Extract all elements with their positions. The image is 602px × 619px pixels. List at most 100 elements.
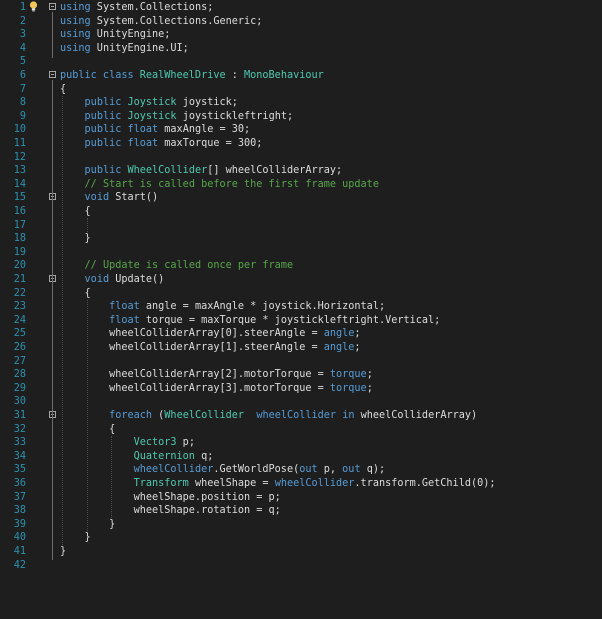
code-line[interactable]: 7{	[0, 83, 602, 96]
code-line[interactable]: 33 Vector3 p;	[0, 436, 602, 449]
code-line[interactable]: 20 // Update is called once per frame	[0, 259, 602, 272]
code-line[interactable]: 12	[0, 151, 602, 164]
code-text[interactable]: using UnityEngine.UI;	[60, 42, 189, 55]
code-line[interactable]: 17	[0, 219, 602, 232]
code-text[interactable]: wheelColliderArray[3].motorTorque = torq…	[60, 382, 373, 395]
code-text[interactable]: public Joystick joystick;	[60, 96, 238, 109]
code-line[interactable]: 41}	[0, 545, 602, 558]
code-token: angle = maxAngle * joystick.Horizontal;	[139, 301, 386, 313]
code-token: public class	[60, 70, 140, 81]
code-text[interactable]: }	[60, 232, 91, 245]
code-line[interactable]: 24 float torque = maxTorque * joystickle…	[0, 314, 602, 327]
code-text[interactable]: Transform wheelShape = wheelCollider.tra…	[60, 477, 496, 490]
code-text[interactable]: using System.Collections;	[60, 1, 213, 14]
code-line[interactable]: 18 }	[0, 232, 602, 245]
code-text[interactable]: public class RealWheelDrive : MonoBehavi…	[60, 69, 324, 82]
code-line[interactable]: 35 wheelCollider.GetWorldPose(out p, out…	[0, 463, 602, 476]
code-text[interactable]: wheelShape.rotation = q;	[60, 504, 281, 517]
code-line[interactable]: 15 void Start()	[0, 191, 602, 204]
code-line[interactable]: 28 wheelColliderArray[2].motorTorque = t…	[0, 368, 602, 381]
code-editor[interactable]: 1 using System.Collections; 2 using System.…	[0, 0, 602, 619]
indent-guide	[86, 218, 88, 233]
code-text[interactable]: wheelColliderArray[0].steerAngle = angle…	[60, 327, 361, 340]
code-text[interactable]: }	[60, 545, 66, 558]
code-text[interactable]: Quaternion q;	[60, 450, 214, 463]
line-number: 38	[13, 505, 26, 517]
code-line[interactable]: 9 public Joystick joystickleftright;	[0, 110, 602, 123]
code-line[interactable]: 32 {	[0, 423, 602, 436]
code-text[interactable]: using System.Collections.Generic;	[60, 15, 262, 28]
line-number: 21	[13, 274, 26, 285]
line-number: 19	[13, 246, 26, 258]
code-line[interactable]: 11 public float maxTorque = 300;	[0, 137, 602, 150]
code-text[interactable]: wheelShape.position = p;	[60, 491, 281, 504]
line-number: 39	[13, 518, 26, 530]
code-text[interactable]: {	[60, 83, 66, 96]
code-line[interactable]: 39 }	[0, 518, 602, 531]
code-line[interactable]: 3 using UnityEngine;	[0, 28, 602, 41]
code-line[interactable]: 16 {	[0, 205, 602, 218]
code-token: WheelCollider	[164, 410, 245, 421]
code-line[interactable]: 4 using UnityEngine.UI;	[0, 42, 602, 55]
code-token: Vector3	[133, 437, 177, 449]
code-line[interactable]: 13 public WheelCollider[] wheelColliderA…	[0, 164, 602, 177]
line-number: 1	[19, 2, 26, 13]
line-number: 12	[13, 151, 26, 163]
code-text[interactable]: // Start is called before the first fram…	[60, 178, 379, 191]
code-line[interactable]: 21 void Update()	[0, 273, 602, 286]
code-text[interactable]: void Update()	[60, 273, 165, 286]
code-line[interactable]: 2 using System.Collections.Generic;	[0, 15, 602, 28]
code-line[interactable]: 40 }	[0, 531, 602, 544]
code-line[interactable]: 26 wheelColliderArray[1].steerAngle = an…	[0, 341, 602, 354]
code-line[interactable]: 34 Quaternion q;	[0, 450, 602, 463]
line-number: 24	[13, 314, 26, 326]
code-line[interactable]: 1 using System.Collections;	[0, 1, 602, 14]
code-line[interactable]: 14 // Start is called before the first f…	[0, 178, 602, 191]
collapse-box-icon[interactable]	[49, 3, 56, 10]
code-line[interactable]: 37 wheelShape.position = p;	[0, 491, 602, 504]
code-text[interactable]: public float maxTorque = 300;	[60, 137, 263, 150]
code-text[interactable]: using UnityEngine;	[60, 28, 170, 41]
line-number: 14	[13, 178, 26, 190]
code-line[interactable]: 23 float angle = maxAngle * joystick.Hor…	[0, 300, 602, 313]
code-text[interactable]: wheelColliderArray[2].motorTorque = torq…	[60, 368, 373, 381]
code-text[interactable]: void Start()	[60, 191, 159, 204]
code-line[interactable]: 8 public Joystick joystick;	[0, 96, 602, 109]
code-text[interactable]: public WheelCollider[] wheelColliderArra…	[60, 164, 343, 177]
code-text[interactable]: wheelColliderArray[1].steerAngle = angle…	[60, 341, 361, 354]
code-line[interactable]: 30	[0, 395, 602, 408]
code-text[interactable]: foreach (WheelCollider wheelCollider in …	[60, 409, 477, 422]
code-text[interactable]: }	[60, 531, 91, 544]
code-line[interactable]: 22 {	[0, 287, 602, 300]
line-number: 16	[13, 206, 26, 217]
code-line[interactable]: 31 foreach (WheelCollider wheelCollider …	[0, 409, 602, 422]
code-line[interactable]: 36 Transform wheelShape = wheelCollider.…	[0, 477, 602, 490]
code-text[interactable]: {	[60, 205, 91, 218]
code-text[interactable]: public Joystick joystickleftright;	[60, 110, 294, 123]
code-text[interactable]: float angle = maxAngle * joystick.Horizo…	[60, 300, 385, 313]
code-text[interactable]: wheelCollider.GetWorldPose(out p, out q)…	[60, 463, 386, 476]
code-token: torque	[329, 382, 367, 394]
code-text[interactable]: {	[60, 287, 91, 300]
code-line[interactable]: 5	[0, 55, 602, 68]
code-text[interactable]: float torque = maxTorque * joystickleftr…	[60, 314, 440, 327]
code-token: using	[60, 15, 91, 27]
code-line[interactable]: 38 wheelShape.rotation = q;	[0, 504, 602, 517]
code-token: float	[109, 301, 140, 313]
code-text[interactable]: Vector3 p;	[60, 436, 195, 449]
collapse-box-icon[interactable]	[49, 71, 56, 78]
code-line[interactable]: 29 wheelColliderArray[3].motorTorque = t…	[0, 382, 602, 395]
code-token: using	[60, 2, 91, 13]
code-line[interactable]: 6 public class RealWheelDrive : MonoBehav…	[0, 69, 602, 82]
code-line[interactable]: 19	[0, 246, 602, 259]
code-line[interactable]: 27	[0, 355, 602, 368]
code-text[interactable]: public float maxAngle = 30;	[60, 123, 251, 136]
code-text[interactable]: // Update is called once per frame	[60, 259, 294, 272]
code-line[interactable]: 42	[0, 559, 602, 572]
line-number: 32	[13, 423, 26, 435]
code-token: wheelShape.rotation = q;	[60, 505, 281, 517]
code-line[interactable]: 25 wheelColliderArray[0].steerAngle = an…	[0, 327, 602, 340]
code-line[interactable]: 10 public float maxAngle = 30;	[0, 123, 602, 136]
code-token: out	[299, 464, 318, 476]
